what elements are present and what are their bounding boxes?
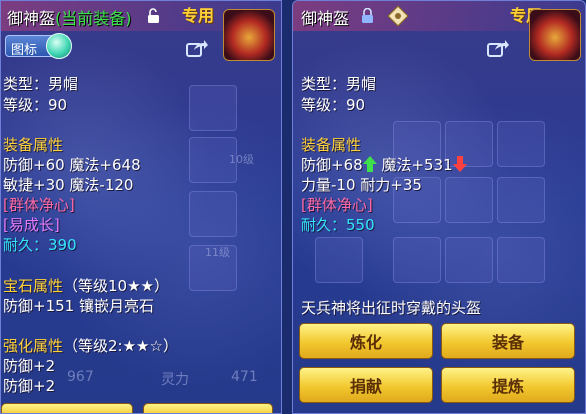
enhance-line: 防御+2 [3,377,56,395]
icon-toggle[interactable]: 图标 [5,33,72,59]
level-line: 等级：90 [3,96,68,114]
type-line: 类型：男帽 [301,75,377,93]
arrow-up-icon [362,156,377,172]
durability-line: 耐久：550 [301,216,375,235]
gem-line: 防御+151 镶嵌月亮石 [3,297,154,315]
donate-button[interactable]: 捐献 [299,367,433,403]
gem-header: 宝石属性 [3,277,64,295]
gem-line-header: 宝石属性（等级10★★） [3,277,169,296]
bg-slot [497,177,545,223]
enhance-line: 防御+2 [3,357,56,375]
diamond-badge-icon [387,5,409,27]
hidden-button[interactable] [1,403,133,413]
item-title: 御神盔 [301,9,350,28]
bg-slot [497,237,545,283]
item-description: 天兵神将出征时穿戴的头盔 [301,299,482,317]
bg-stat-value: 471 [231,369,258,385]
attr-defense: 防御+68 [301,156,363,174]
gem-level: （等级10★★） [63,277,169,295]
item-title: 御神盔(当前装备) [7,5,132,29]
extract-button[interactable]: 提炼 [441,367,575,403]
exclusive-label: 专用 [182,6,215,25]
enhance-line-header: 强化属性（等级2:★★☆） [3,337,178,356]
type-line: 类型：男帽 [3,75,79,93]
equip-button[interactable]: 装备 [441,323,575,359]
toggle-knob[interactable] [46,33,72,59]
bg-level-text: 11级 [205,246,230,259]
bg-slot [189,191,237,237]
attr-header: 装备属性 [3,136,64,154]
durability-line: 耐久：390 [3,236,77,255]
item-name: 御神盔 [7,9,56,28]
share-icon[interactable] [487,39,509,57]
attr-magic: 魔法+531 [381,156,453,174]
enhance-level: （等级2:★★☆） [63,337,178,355]
equipped-tag: (当前装备) [55,9,132,28]
refine-button[interactable]: 炼化 [299,323,433,359]
level-line: 等级：90 [301,96,366,114]
lock-icon[interactable] [361,8,374,23]
helmet-item-icon [529,9,581,61]
icon-toggle-label: 图标 [11,43,38,58]
bg-stat-label: 灵力 [161,372,189,388]
durability-label: 耐久： [301,216,347,234]
helmet-item-icon [223,9,275,61]
attr-header: 装备属性 [301,136,362,154]
bg-level-text: 10级 [229,153,254,166]
durability-label: 耐久： [3,236,49,254]
unlock-icon[interactable] [147,8,160,23]
attr-line: 力量-10 耐力+35 [301,176,422,194]
effect-label: [群体净心] [301,196,373,214]
attr-line: 敏捷+30 魔法-120 [3,176,134,194]
effect-label: [易成长] [3,216,60,234]
bg-slot [445,237,493,283]
durability-value: 390 [48,236,77,254]
share-icon[interactable] [186,39,208,57]
arrow-down-icon [452,156,467,172]
equipped-item-tooltip: 10级 11级 967 灵力 471 御神盔(当前装备) 专用 图标 类型：男帽… [0,0,282,414]
effect-label: [群体净心] [3,196,75,214]
bg-slot [393,237,441,283]
bg-stat-value: 967 [67,369,94,385]
hidden-button[interactable] [143,403,273,413]
bg-slot [497,121,545,167]
durability-value: 550 [346,216,375,234]
bg-slot [315,237,363,283]
bg-slot [189,85,237,131]
attr-line: 防御+68 魔法+531 [301,156,467,175]
compare-item-tooltip: 御神盔 专用 类型：男帽 等级：90 装备属性 防御+68 魔法+531 力量-… [292,0,586,414]
bg-slot [445,177,493,223]
attr-line: 防御+60 魔法+648 [3,156,141,174]
enhance-header: 强化属性 [3,337,64,355]
